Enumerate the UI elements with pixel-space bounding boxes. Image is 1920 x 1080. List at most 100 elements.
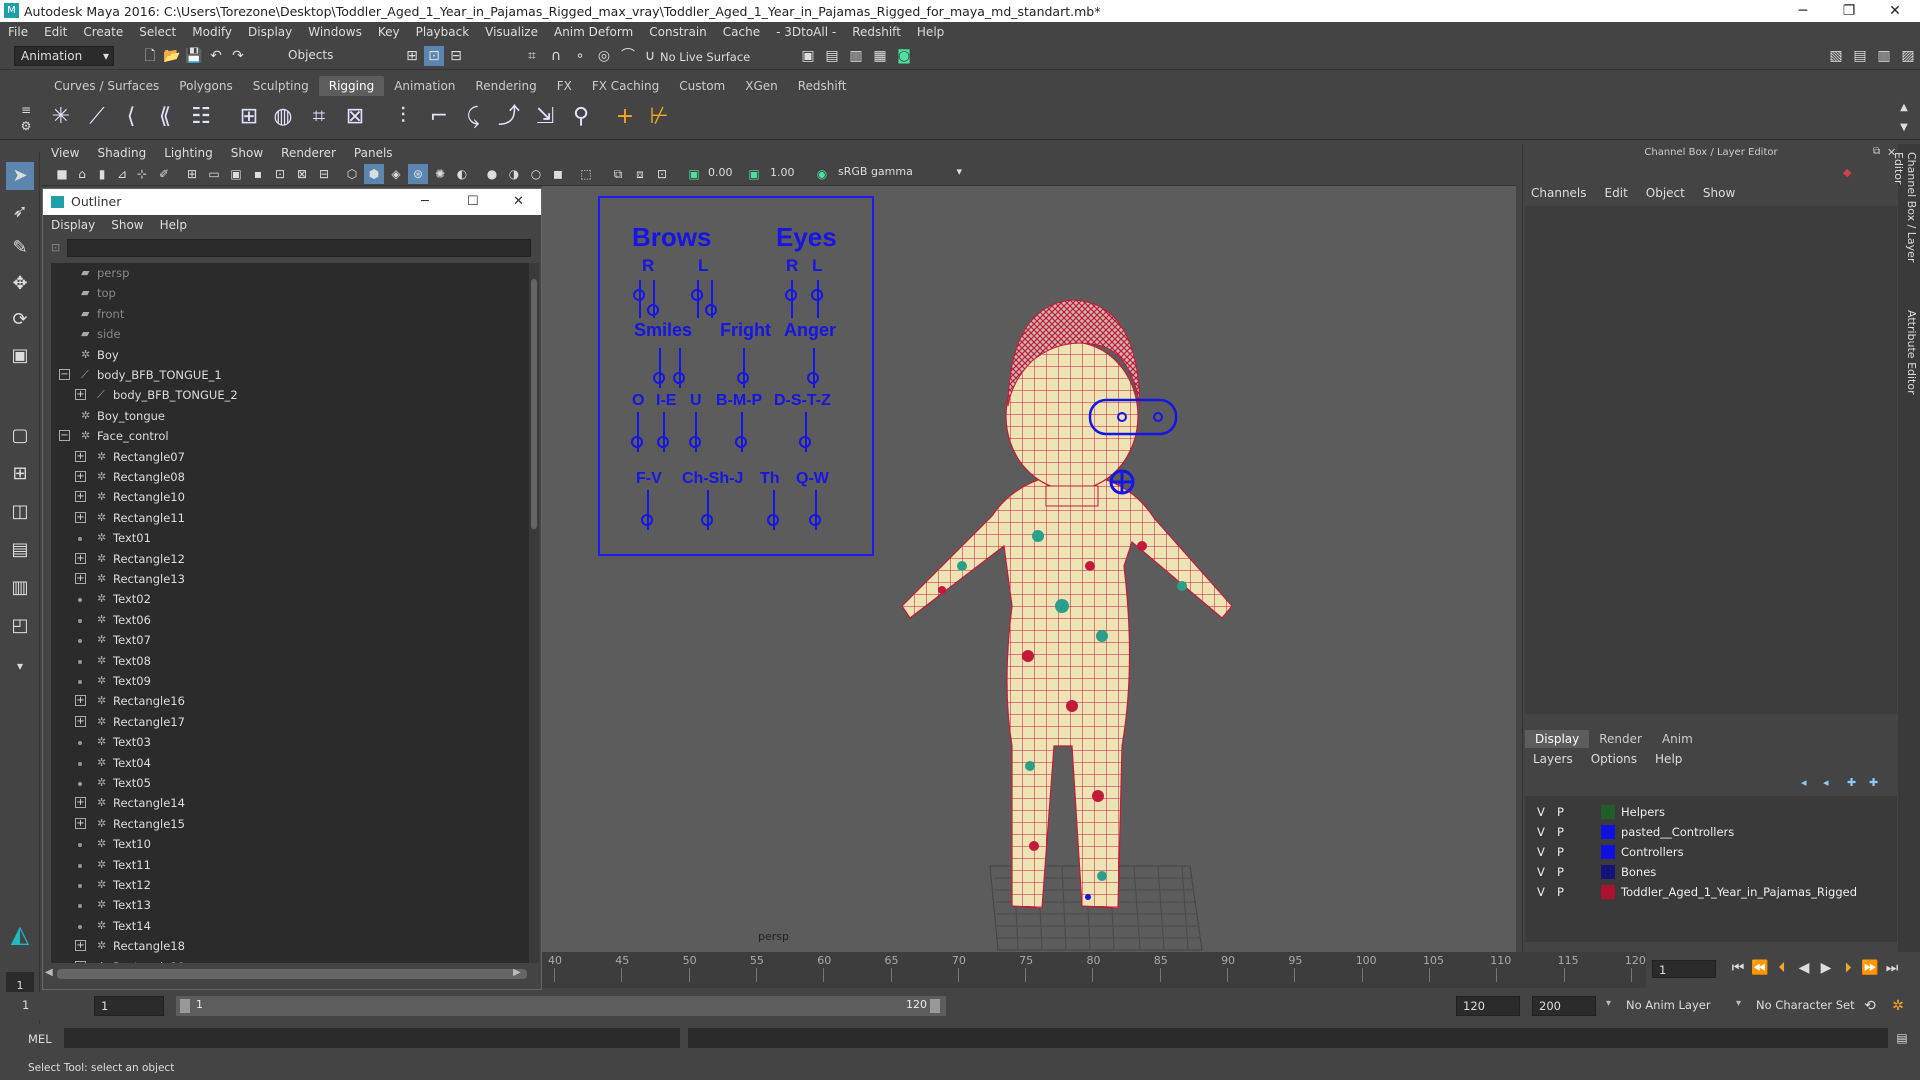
layout-persp-icon[interactable]: ◰ bbox=[6, 612, 34, 640]
outliner-vscroll-thumb[interactable] bbox=[531, 279, 537, 529]
step-back-frame-icon[interactable]: ⏴ bbox=[1772, 958, 1792, 978]
range-slider-right-handle[interactable] bbox=[930, 999, 940, 1013]
move-tool-icon[interactable]: ✥ bbox=[6, 270, 34, 298]
outliner-item[interactable]: + ✲ Rectangle11 bbox=[51, 508, 529, 528]
copy-weights-icon[interactable]: ⇲ bbox=[530, 102, 560, 132]
side-tab-channel-box[interactable]: Channel Box / Layer Editor bbox=[1892, 152, 1918, 292]
mode-dropdown[interactable]: Animation ▾ bbox=[14, 46, 114, 66]
render-view-icon[interactable]: ▣ bbox=[798, 46, 818, 66]
magnet-icon[interactable]: ∪ bbox=[640, 46, 660, 66]
layer-playback-toggle[interactable]: P bbox=[1557, 862, 1564, 882]
viewport-menu-view[interactable]: View bbox=[42, 146, 88, 160]
menu-redshift[interactable]: Redshift bbox=[844, 25, 909, 39]
scroll-left-icon[interactable]: ◀ bbox=[45, 967, 53, 978]
safe-title-icon[interactable]: ⊟ bbox=[314, 164, 334, 184]
layer-menu-layers[interactable]: Layers bbox=[1533, 752, 1573, 766]
use-all-lights-icon[interactable]: ✺ bbox=[430, 164, 450, 184]
end-time-field[interactable]: 200 bbox=[1532, 996, 1596, 1016]
layout-more-icon[interactable]: ▾ bbox=[6, 652, 34, 680]
expand-icon[interactable]: + bbox=[75, 960, 86, 963]
anim-end-field[interactable]: 120 bbox=[1456, 996, 1520, 1016]
character-set-dropdown[interactable]: No Character Set bbox=[1750, 996, 1862, 1016]
outliner-item[interactable]: ▰ persp bbox=[51, 263, 529, 283]
step-forward-frame-icon[interactable]: ⏵ bbox=[1838, 958, 1858, 978]
shelf-tab-sculpting[interactable]: Sculpting bbox=[243, 76, 319, 96]
move-layer-down-icon[interactable]: ◂ bbox=[1823, 776, 1829, 789]
layer-playback-toggle[interactable]: P bbox=[1557, 842, 1564, 862]
undo-icon[interactable]: ↶ bbox=[206, 46, 226, 66]
minimize-button[interactable]: ─ bbox=[1780, 0, 1826, 22]
viewport-menu-show[interactable]: Show bbox=[222, 146, 272, 160]
layer-color-swatch[interactable] bbox=[1601, 805, 1615, 819]
outliner-item[interactable]: ▰ side bbox=[51, 324, 529, 344]
menu-cache[interactable]: Cache bbox=[715, 25, 768, 39]
shelf-scroll-down-icon[interactable]: ▼ bbox=[1894, 118, 1914, 138]
lasso-tool-icon[interactable]: ➶ bbox=[6, 198, 34, 226]
phoneme-ie-slider[interactable] bbox=[657, 436, 669, 448]
attribute-editor-toggle-icon[interactable]: ▤ bbox=[1850, 46, 1870, 66]
menu-select[interactable]: Select bbox=[131, 25, 184, 39]
gamma-value[interactable]: 1.00 bbox=[770, 166, 795, 179]
layer-row[interactable]: V Ppasted__Controllers bbox=[1525, 822, 1897, 842]
outliner-filter-icon[interactable]: ⊡ bbox=[51, 241, 60, 254]
channel-key-icon[interactable]: ◆ bbox=[1843, 166, 1851, 179]
channel-menu-edit[interactable]: Edit bbox=[1605, 186, 1628, 200]
outliner-item[interactable]: ✲ Text08 bbox=[51, 651, 529, 671]
quick-rig-icon[interactable]: ☷ bbox=[186, 102, 216, 132]
shelf-tab-rigging[interactable]: Rigging bbox=[318, 76, 385, 96]
layer-color-swatch[interactable] bbox=[1601, 865, 1615, 879]
outliner-minimize-button[interactable]: ─ bbox=[421, 189, 429, 215]
layer-visibility-toggle[interactable]: V bbox=[1537, 882, 1545, 902]
joint-tool-icon[interactable]: ✳ bbox=[46, 102, 76, 132]
shelf-tab-xgen[interactable]: XGen bbox=[735, 76, 788, 96]
screen-space-ao-icon[interactable]: ● bbox=[482, 164, 502, 184]
outliner-item[interactable]: ✲ Text12 bbox=[51, 875, 529, 895]
outliner-item[interactable]: + ✲ Rectangle07 bbox=[51, 447, 529, 467]
textured-icon[interactable]: ⊛ bbox=[408, 164, 428, 184]
side-tab-attribute-editor[interactable]: Attribute Editor bbox=[1900, 310, 1918, 420]
point-constraint-icon[interactable]: ⊬ bbox=[644, 102, 674, 132]
preferences-icon[interactable]: ✲ bbox=[1888, 996, 1908, 1016]
film-gate-icon[interactable]: ▭ bbox=[204, 164, 224, 184]
layer-playback-toggle[interactable]: P bbox=[1557, 882, 1564, 902]
expand-icon[interactable]: + bbox=[75, 695, 86, 707]
shelf-tab-polygons[interactable]: Polygons bbox=[169, 76, 242, 96]
layout-single-icon[interactable]: ▢ bbox=[6, 422, 34, 450]
float-panel-icon[interactable]: ⧉ bbox=[1873, 146, 1880, 157]
anger-slider[interactable] bbox=[807, 372, 819, 384]
outliner-item[interactable]: + ⟋ body_BFB_TONGUE_2 bbox=[51, 385, 529, 405]
snap-grid-icon[interactable]: ⌗ bbox=[522, 46, 542, 66]
layer-row[interactable]: V P Bones bbox=[1525, 862, 1897, 882]
layer-visibility-toggle[interactable]: V bbox=[1537, 822, 1545, 842]
prune-weights-icon[interactable]: ⚲ bbox=[566, 102, 596, 132]
paint-select-icon[interactable]: ✎ bbox=[6, 234, 34, 262]
outliner-item[interactable]: ✲ Text14 bbox=[51, 916, 529, 936]
outliner-hscroll[interactable] bbox=[57, 969, 527, 979]
face-control-panel[interactable]: Brows Eyes R L R L Smiles Fright Anger O… bbox=[598, 196, 874, 556]
move-layer-up-icon[interactable]: ◂ bbox=[1801, 776, 1807, 789]
layer-color-swatch[interactable] bbox=[1601, 825, 1615, 839]
snap-point-icon[interactable]: ∘ bbox=[570, 46, 590, 66]
eye-r-slider[interactable] bbox=[785, 289, 797, 301]
outliner-item[interactable]: ✲ Text07 bbox=[51, 630, 529, 650]
root-controller[interactable] bbox=[1085, 894, 1091, 900]
insert-joint-icon[interactable]: ⟪ bbox=[150, 102, 180, 132]
anim-layer-dropdown[interactable]: No Anim Layer bbox=[1620, 996, 1746, 1016]
shadows-icon[interactable]: ◐ bbox=[452, 164, 472, 184]
expand-icon[interactable]: + bbox=[75, 552, 86, 564]
outliner-item[interactable]: ✲ Text09 bbox=[51, 671, 529, 691]
mel-label[interactable]: MEL bbox=[28, 1032, 52, 1046]
outliner-item[interactable]: + ✲ Rectangle19 bbox=[51, 957, 529, 963]
outliner-item[interactable]: ✲ Text05 bbox=[51, 773, 529, 793]
render-frame-icon[interactable]: ▤ bbox=[822, 46, 842, 66]
expand-icon[interactable]: + bbox=[75, 450, 86, 462]
anti-aliasing-icon[interactable]: ○ bbox=[526, 164, 546, 184]
outliner-item[interactable]: ✲ Text13 bbox=[51, 895, 529, 915]
viewport-menu-shading[interactable]: Shading bbox=[88, 146, 155, 160]
xray-joints-icon[interactable]: ⧈ bbox=[630, 164, 650, 184]
bind-skin-icon[interactable]: ⫶ bbox=[388, 102, 418, 132]
step-back-key-icon[interactable]: ⏪ bbox=[1750, 958, 1770, 978]
layer-row[interactable]: V P Toddler_Aged_1_Year_in_Pajamas_Rigged bbox=[1525, 882, 1897, 902]
eye-l-slider[interactable] bbox=[811, 289, 823, 301]
layer-visibility-toggle[interactable]: V bbox=[1537, 802, 1545, 822]
